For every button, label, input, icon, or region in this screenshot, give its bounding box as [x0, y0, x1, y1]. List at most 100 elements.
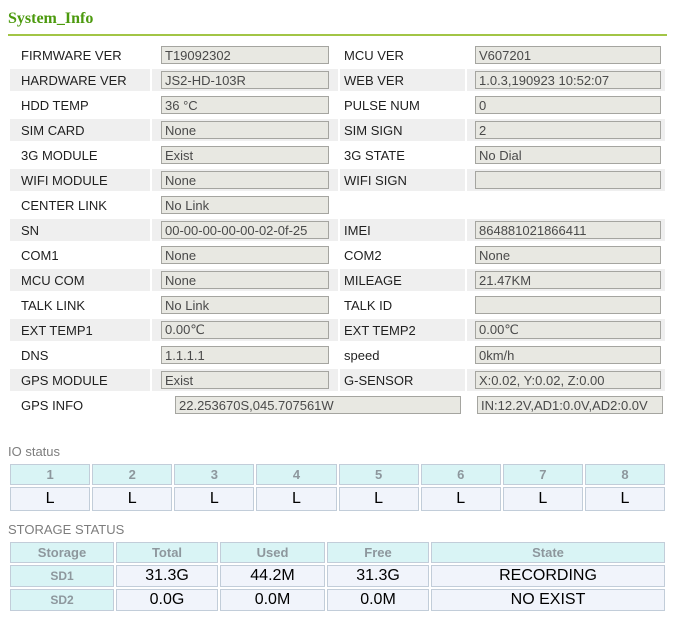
io-channel-8-value: L — [584, 487, 665, 511]
storage-free: 0.0M — [327, 589, 429, 611]
web-ver-input[interactable] — [475, 71, 661, 89]
hardware-ver-input[interactable] — [161, 71, 329, 89]
field-cell — [152, 194, 338, 216]
pulse-num-input[interactable] — [475, 96, 661, 114]
mcu-com-input[interactable] — [161, 271, 329, 289]
sim-sign-input[interactable] — [475, 121, 661, 139]
io-channel-header: 7 — [502, 464, 583, 485]
field-cell — [467, 119, 665, 141]
mcu-ver-label: MCU VER — [344, 47, 404, 63]
g-sensor-label: G-SENSOR — [340, 369, 465, 391]
com1-label: COM1 — [21, 247, 59, 263]
storage-total: 0.0G — [116, 589, 218, 611]
field-cell — [152, 144, 338, 166]
io-channel-4-value: L — [256, 487, 337, 511]
form-row: WIFI MODULE WIFI SIGN — [10, 169, 665, 191]
field-cell — [152, 169, 338, 191]
center-link-input[interactable] — [161, 196, 329, 214]
form-row: COM1 COM2 — [10, 244, 665, 266]
empty-label — [340, 194, 465, 216]
imei-label: IMEI — [340, 219, 465, 241]
field-cell — [152, 269, 338, 291]
gps-info-input[interactable] — [175, 396, 461, 414]
wifi-sign-input[interactable] — [475, 171, 661, 189]
com1-input[interactable] — [161, 246, 329, 264]
ext-temp2-label: EXT TEMP2 — [340, 319, 465, 341]
speed-input[interactable] — [475, 346, 661, 364]
io-channel-header: 2 — [92, 464, 173, 485]
io-status-label: IO status — [8, 444, 61, 459]
form-row: GPS MODULE G-SENSOR — [10, 369, 665, 391]
storage-table-body: SD1 31.3G 44.2M 31.3G RECORDING SD2 0.0G 0.0M 0.… — [10, 565, 665, 611]
storage-header-total: Total — [116, 542, 218, 563]
storage-status-table: Storage Total Used Free State SD1 31.3G 44.2M 3… — [8, 540, 667, 613]
storage-name: SD1 — [10, 565, 114, 587]
talk-id-input[interactable] — [475, 296, 661, 314]
field-cell — [467, 369, 665, 391]
sim-card-label: SIM CARD — [10, 119, 150, 141]
field-cell — [467, 44, 665, 66]
hdd-temp-input[interactable] — [161, 96, 329, 114]
gps-module-input[interactable] — [161, 371, 329, 389]
form-row: SN IMEI — [10, 219, 665, 241]
mileage-input[interactable] — [475, 271, 661, 289]
talk-link-input[interactable] — [161, 296, 329, 314]
io-channel-header: 3 — [174, 464, 255, 485]
field-cell — [152, 119, 338, 141]
power-status-input[interactable] — [477, 396, 663, 414]
form-row: FIRMWARE VER MCU VER — [10, 44, 665, 66]
mcu-com-label: MCU COM — [10, 269, 150, 291]
sim-card-input[interactable] — [161, 121, 329, 139]
io-channel-header: 4 — [256, 464, 337, 485]
page: System_Info FIRMWARE VER MCU VER HARDWARE … — [0, 0, 675, 619]
wifi-sign-label: WIFI SIGN — [340, 169, 465, 191]
title-divider — [8, 34, 667, 36]
system-info-table: FIRMWARE VER MCU VER HARDWARE VER WEB VER HD… — [8, 41, 667, 419]
field-cell — [467, 144, 665, 166]
form-row: EXT TEMP1 EXT TEMP2 — [10, 319, 665, 341]
field-cell — [152, 244, 338, 266]
form-row: MCU COM MILEAGE — [10, 269, 665, 291]
pulse-num-label: PULSE NUM — [344, 97, 420, 113]
field-cell — [467, 169, 665, 191]
storage-used: 0.0M — [220, 589, 325, 611]
ext-temp1-input[interactable] — [161, 321, 329, 339]
3g-state-input[interactable] — [475, 146, 661, 164]
field-cell — [152, 94, 338, 116]
form-row: HDD TEMP PULSE NUM — [10, 94, 665, 116]
io-channel-5-value: L — [338, 487, 419, 511]
io-channel-header: 5 — [338, 464, 419, 485]
3g-module-input[interactable] — [161, 146, 329, 164]
io-channel-header: 8 — [584, 464, 665, 485]
page-title: System_Info — [8, 10, 94, 27]
g-sensor-input[interactable] — [475, 371, 661, 389]
ext-temp1-label: EXT TEMP1 — [10, 319, 150, 341]
field-cell — [152, 219, 338, 241]
io-channel-2-value: L — [92, 487, 173, 511]
sn-input[interactable] — [161, 221, 329, 239]
storage-header-free: Free — [327, 542, 429, 563]
storage-header-row: Storage Total Used Free State — [10, 542, 665, 563]
storage-name: SD2 — [10, 589, 114, 611]
3g-state-label: 3G STATE — [344, 147, 405, 163]
storage-row-sd2: SD2 0.0G 0.0M 0.0M NO EXIST — [10, 589, 665, 611]
imei-input[interactable] — [475, 221, 661, 239]
mcu-ver-input[interactable] — [475, 46, 661, 64]
ext-temp2-input[interactable] — [475, 321, 661, 339]
firmware-ver-input[interactable] — [161, 46, 329, 64]
wifi-module-input[interactable] — [161, 171, 329, 189]
wifi-module-label: WIFI MODULE — [10, 169, 150, 191]
form-row: HARDWARE VER WEB VER — [10, 69, 665, 91]
field-cell — [467, 294, 665, 316]
mileage-label: MILEAGE — [340, 269, 465, 291]
storage-status-label: STORAGE STATUS — [8, 522, 125, 537]
storage-header-state: State — [431, 542, 665, 563]
sim-sign-label: SIM SIGN — [340, 119, 465, 141]
dns-input[interactable] — [161, 346, 329, 364]
storage-used: 44.2M — [220, 565, 325, 587]
io-channel-header: 1 — [10, 464, 91, 485]
storage-free: 31.3G — [327, 565, 429, 587]
com2-input[interactable] — [475, 246, 661, 264]
gps-info-label: GPS INFO — [21, 397, 84, 413]
io-value-row: LLLLLLLL — [10, 487, 665, 511]
